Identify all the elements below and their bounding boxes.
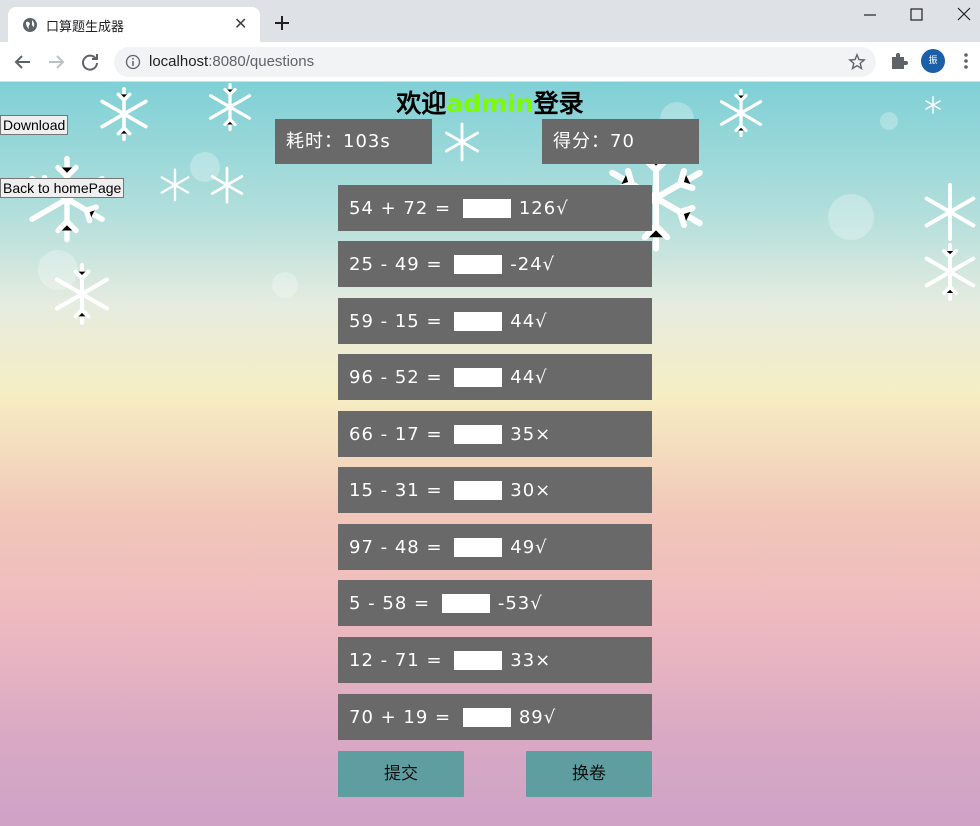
answer-result: 126√ [518,197,569,219]
reload-icon[interactable] [79,51,101,73]
minimize-icon[interactable] [858,5,882,25]
back-to-home-button[interactable]: Back to homePage [0,178,125,198]
snowflake-icon [29,155,105,243]
question-expression: 54 + 72 = [349,197,458,219]
answer-input[interactable] [454,480,503,500]
question-expression: 70 + 19 = [349,706,458,728]
question-row: 96 - 52 = 44√ [338,354,652,400]
snowflake-icon [160,168,190,202]
snowflake-icon [445,122,479,162]
back-arrow-icon[interactable] [12,51,34,73]
answer-input[interactable] [454,367,503,387]
more-vertical-icon[interactable] [958,51,974,71]
maximize-icon[interactable] [904,5,928,25]
snowflake-icon [54,263,110,325]
answer-input[interactable] [454,254,503,274]
question-row: 5 - 58 = -53√ [338,580,652,626]
elapsed-time: 耗时：103s [275,119,432,164]
info-icon[interactable] [125,54,141,70]
answer-input[interactable] [454,311,503,331]
answer-input[interactable] [454,537,503,557]
question-row: 54 + 72 = 126√ [338,185,652,231]
url-path: :8080/questions [208,53,315,70]
bokeh-dot [828,194,874,240]
welcome-suffix: 登录 [533,89,584,118]
answer-input[interactable] [454,650,503,670]
answer-result: 49√ [510,536,548,558]
download-button[interactable]: Download [0,115,69,135]
forward-arrow-icon[interactable] [45,51,67,73]
question-row: 15 - 31 = 30× [338,467,652,513]
question-expression: 15 - 31 = [349,479,450,501]
browser-tab[interactable]: 口算题生成器 ✕ [8,7,260,42]
page-title: 欢迎admin登录 [0,84,980,120]
answer-result: 44√ [510,310,548,332]
browser-toolbar: localhost:8080/questions 振 [0,42,980,82]
question-row: 12 - 71 = 33× [338,637,652,683]
window-close-icon[interactable] [952,5,976,25]
star-icon[interactable] [848,53,866,71]
question-row: 59 - 15 = 44√ [338,298,652,344]
page-content: 欢迎admin登录 Download Back to homePage 耗时：1… [0,82,980,826]
question-expression: 59 - 15 = [349,310,450,332]
question-expression: 5 - 58 = [349,592,437,614]
answer-result: 30× [510,479,552,501]
answer-input[interactable] [441,593,490,613]
question-expression: 96 - 52 = [349,366,450,388]
answer-input[interactable] [454,424,503,444]
answer-input[interactable] [462,707,511,727]
snowflake-icon [210,166,244,204]
browser-tab-bar: 口算题生成器 ✕ [0,0,980,42]
question-row: 25 - 49 = -24√ [338,241,652,287]
score: 得分：70 [542,119,699,164]
bokeh-dot [272,272,298,298]
question-row: 97 - 48 = 49√ [338,524,652,570]
url-text: localhost:8080/questions [149,53,314,70]
close-icon[interactable]: ✕ [234,15,247,33]
question-row: 66 - 17 = 35× [338,411,652,457]
welcome-prefix: 欢迎 [396,89,447,118]
answer-result: 89√ [518,706,557,728]
answer-result: 35× [510,423,552,445]
question-row: 70 + 19 = 89√ [338,694,652,740]
answer-result: 44√ [510,366,548,388]
answer-input[interactable] [462,198,511,218]
url-host: localhost [149,53,209,70]
change-paper-button[interactable]: 换卷 [526,751,652,797]
answer-result: 33× [510,649,552,671]
tab-title: 口算题生成器 [46,20,125,35]
globe-icon [23,18,37,32]
question-expression: 97 - 48 = [349,536,450,558]
question-expression: 12 - 71 = [349,649,450,671]
address-bar[interactable]: localhost:8080/questions [114,47,876,77]
question-expression: 25 - 49 = [349,253,450,275]
avatar[interactable]: 振 [921,49,945,73]
snowflake-icon [924,243,976,301]
submit-button[interactable]: 提交 [338,751,464,797]
answer-result: -53√ [497,592,543,614]
answer-result: -24√ [510,253,556,275]
username: admin [446,89,534,118]
question-expression: 66 - 17 = [349,423,450,445]
plus-icon[interactable] [271,12,293,34]
puzzle-icon[interactable] [889,51,909,71]
